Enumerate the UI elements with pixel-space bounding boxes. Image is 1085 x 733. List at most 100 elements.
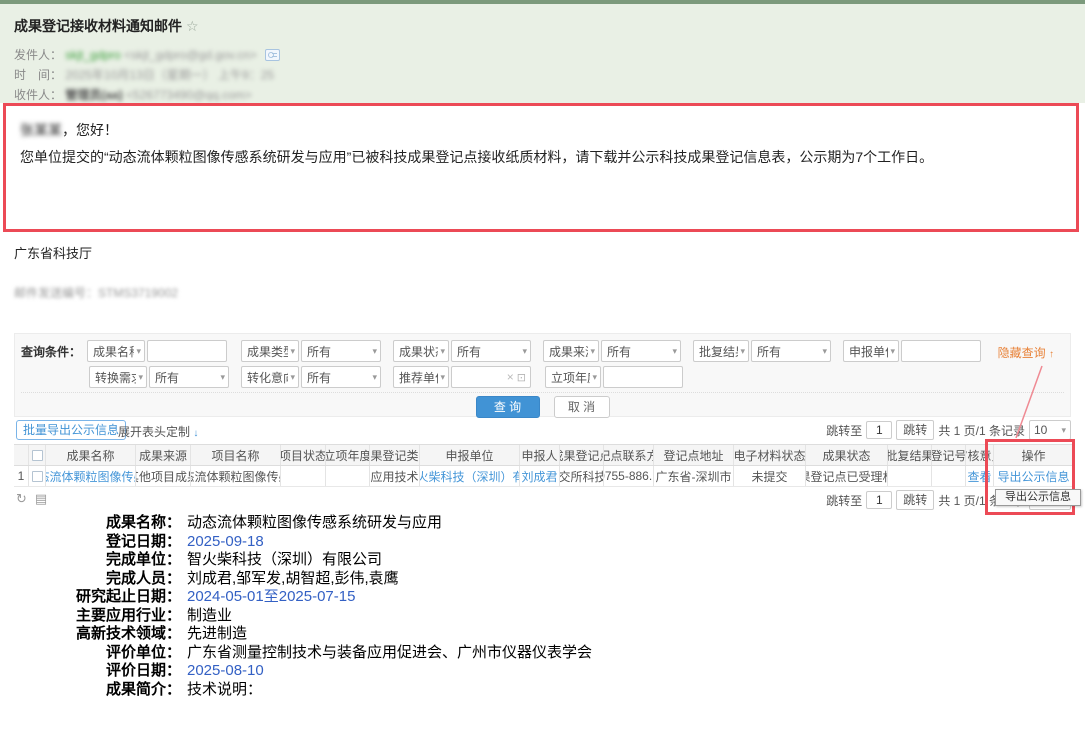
table-header-row: 成果名称成果来源项目名称项目状态立项年度成果登记类型申报单位申报人成果登记点登记… bbox=[14, 444, 1074, 466]
column-header: 申报人 bbox=[520, 445, 560, 465]
filter-select[interactable]: 所有▾ bbox=[301, 366, 381, 388]
filter-select[interactable]: 所有▾ bbox=[751, 340, 831, 362]
column-header: 登记点联系方式 bbox=[604, 445, 654, 465]
column-header: 成果登记类型 bbox=[370, 445, 420, 465]
export-grid-icon[interactable]: ▤ bbox=[35, 491, 47, 507]
page-number-input[interactable] bbox=[866, 421, 892, 439]
filter-select-label: 所有 bbox=[307, 369, 370, 386]
chevron-down-icon: ▾ bbox=[372, 372, 377, 383]
filter-input[interactable] bbox=[603, 366, 683, 388]
chevron-down-icon: ▾ bbox=[592, 372, 597, 383]
from-name: skjt_gdpro bbox=[65, 48, 120, 62]
filter-select-label: 立项年度 bbox=[551, 369, 590, 386]
expand-header-custom-link[interactable]: 展开表头定制 ↓ bbox=[118, 423, 198, 440]
hide-query-link[interactable]: 隐藏查询 ↑ bbox=[998, 344, 1054, 361]
cell-link[interactable]: 刘成君 bbox=[520, 466, 560, 486]
cell-text: 应用技术 bbox=[370, 466, 420, 486]
refresh-icon[interactable]: ↻ bbox=[16, 491, 27, 507]
cell-link[interactable]: 导出公示信息 bbox=[994, 466, 1074, 486]
filter-select[interactable]: 转换需求意▾ bbox=[89, 366, 147, 388]
select-all-checkbox[interactable] bbox=[32, 450, 43, 461]
goto-button[interactable]: 跳转 bbox=[896, 490, 934, 510]
achievement-details: 成果名称：动态流体颗粒图像传感系统研发与应用登记日期：2025-09-18完成单… bbox=[0, 514, 760, 699]
filter-select[interactable]: 所有▾ bbox=[301, 340, 381, 362]
results-table: 成果名称成果来源项目名称项目状态立项年度成果登记类型申报单位申报人成果登记点登记… bbox=[14, 444, 1074, 487]
detail-value: 2025-08-10 bbox=[187, 662, 264, 681]
detail-label: 主要应用行业： bbox=[0, 607, 181, 626]
filter-select-label: 所有 bbox=[607, 343, 670, 360]
detail-value: 技术说明： bbox=[187, 681, 262, 700]
filter-input[interactable] bbox=[901, 340, 981, 362]
detail-row: 高新技术领域：先进制造 bbox=[0, 625, 760, 644]
page-size-select[interactable]: 10▾ bbox=[1029, 420, 1071, 440]
column-header: 成果登记点 bbox=[560, 445, 604, 465]
query-buttons: 查 询 取 消 bbox=[15, 396, 1070, 418]
filter-select[interactable]: 所有▾ bbox=[601, 340, 681, 362]
detail-row: 评价日期： 2025-08-10 bbox=[0, 662, 760, 681]
column-header: 立项年度 bbox=[326, 445, 370, 465]
goto-button[interactable]: 跳转 bbox=[896, 420, 934, 440]
query-row-1: 查询条件： 成果名称▾成果类型▾所有▾成果状态▾所有▾成果来源▾所有▾批复结果▾… bbox=[21, 340, 983, 362]
cell-text: 广东省-深圳市 bbox=[654, 466, 734, 486]
org-picker-icon[interactable]: ⊡ bbox=[517, 371, 526, 384]
filter-select[interactable]: 转化意向标▾ bbox=[241, 366, 299, 388]
column-header: 审核意见 bbox=[966, 445, 994, 465]
email-time-row: 时 间： 2025年10月13日（星期一） 上午9：25 bbox=[14, 66, 274, 84]
clear-icon[interactable]: × bbox=[507, 370, 514, 384]
to-address: <526773490@qq.com> bbox=[126, 88, 252, 102]
column-header: 项目状态 bbox=[281, 445, 326, 465]
cell-text: 其他项目成果 bbox=[136, 466, 191, 486]
filter-select[interactable]: 推荐单位▾ bbox=[393, 366, 449, 388]
cell-link[interactable]: 查看 bbox=[966, 466, 994, 486]
page-number-input[interactable] bbox=[866, 491, 892, 509]
cell-text bbox=[281, 466, 326, 486]
email-header: 成果登记接收材料通知邮件☆ 发件人： skjt_gdpro <skjt_gdpr… bbox=[0, 4, 1085, 103]
cancel-button[interactable]: 取 消 bbox=[554, 396, 610, 418]
table-row: 1动态流体颗粒图像传感...其他项目成果动态流体颗粒图像传感...应用技术智火柴… bbox=[14, 466, 1074, 487]
chevron-down-icon: ▾ bbox=[822, 346, 827, 357]
cell-link[interactable]: 智火柴科技（深圳）有... bbox=[420, 466, 520, 486]
row-checkbox[interactable] bbox=[32, 471, 43, 482]
filter-select[interactable]: 成果名称▾ bbox=[87, 340, 145, 362]
filter-input-org[interactable]: ×⊡ bbox=[451, 366, 531, 388]
batch-export-button[interactable]: 批量导出公示信息 bbox=[16, 420, 126, 440]
chevron-down-icon: ▾ bbox=[290, 346, 295, 357]
arrow-up-icon: ↑ bbox=[1049, 349, 1054, 360]
detail-value: 制造业 bbox=[187, 607, 232, 626]
filter-select[interactable]: 立项年度▾ bbox=[545, 366, 601, 388]
filter-input[interactable] bbox=[147, 340, 227, 362]
contact-card-icon[interactable] bbox=[265, 49, 280, 61]
filter-select[interactable]: 所有▾ bbox=[149, 366, 229, 388]
column-header: 登记号 bbox=[932, 445, 966, 465]
detail-row: 登记日期：2025-09-18 bbox=[0, 533, 760, 552]
search-button[interactable]: 查 询 bbox=[476, 396, 540, 418]
query-conditions-label: 查询条件： bbox=[21, 343, 81, 360]
chevron-down-icon: ▾ bbox=[672, 346, 677, 357]
detail-row: 成果简介：技术说明： bbox=[0, 681, 760, 700]
chevron-down-icon: ▾ bbox=[440, 372, 445, 383]
results-toolbar: 批量导出公示信息 展开表头定制 ↓ 跳转至 跳转 共 1 页/1 条记录 10▾ bbox=[14, 420, 1071, 442]
filter-select[interactable]: 批复结果▾ bbox=[693, 340, 749, 362]
greeting-name: 张某某 bbox=[20, 122, 62, 138]
filter-select[interactable]: 申报单位▾ bbox=[843, 340, 899, 362]
filter-select-label: 成果来源 bbox=[549, 343, 588, 360]
query-panel: 查询条件： 成果名称▾成果类型▾所有▾成果状态▾所有▾成果来源▾所有▾批复结果▾… bbox=[14, 333, 1071, 417]
annotation-box-email-body bbox=[3, 103, 1079, 232]
cell-link[interactable]: 动态流体颗粒图像传感... bbox=[46, 466, 136, 486]
detail-row: 研究起止日期：2024-05-01至2025-07-15 bbox=[0, 588, 760, 607]
detail-label: 评价日期： bbox=[0, 662, 181, 681]
filter-select-label: 批复结果 bbox=[699, 343, 738, 360]
column-header: 操作 bbox=[994, 445, 1074, 465]
filter-select[interactable]: 所有▾ bbox=[451, 340, 531, 362]
cell-text: 未提交 bbox=[734, 466, 806, 486]
cell-text: 深交所科技... bbox=[560, 466, 604, 486]
filter-select-label: 成果类型 bbox=[247, 343, 288, 360]
time-label: 时 间： bbox=[14, 68, 62, 82]
detail-row: 评价单位：广东省测量控制技术与装备应用促进会、广州市仪器仪表学会 bbox=[0, 644, 760, 663]
filter-select[interactable]: 成果状态▾ bbox=[393, 340, 449, 362]
chevron-down-icon: ▾ bbox=[372, 346, 377, 357]
cell-text bbox=[326, 466, 370, 486]
filter-select[interactable]: 成果来源▾ bbox=[543, 340, 599, 362]
star-icon[interactable]: ☆ bbox=[186, 18, 199, 34]
filter-select[interactable]: 成果类型▾ bbox=[241, 340, 299, 362]
